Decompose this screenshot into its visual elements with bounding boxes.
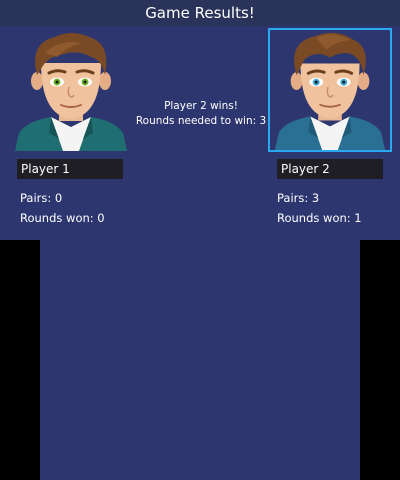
player-2-name: Player 2 [277,159,383,179]
player-2-avatar-icon [270,30,390,150]
rounds-needed-text: Rounds needed to win: 3 [135,115,267,127]
player-2-name-label: Player 2 [281,162,330,176]
title-bar: Game Results! [0,0,400,26]
player-1-rounds-won: Rounds won: 0 [20,211,105,225]
player-2-avatar [268,28,392,152]
winner-text: Player 2 wins! [164,100,238,112]
player-1-avatar-icon [15,33,127,151]
player-1-name: Player 1 [17,159,123,179]
player-2-pairs: Pairs: 3 [277,191,320,205]
bottom-screen[interactable] [40,240,360,480]
player-1-avatar [11,29,131,151]
player-1-pairs: Pairs: 0 [20,191,63,205]
page-title: Game Results! [145,4,255,22]
top-screen: Game Results! Player 2 wins! Rounds need… [0,0,400,240]
player-1-name-label: Player 1 [21,162,70,176]
player-2-rounds-won: Rounds won: 1 [277,211,362,225]
